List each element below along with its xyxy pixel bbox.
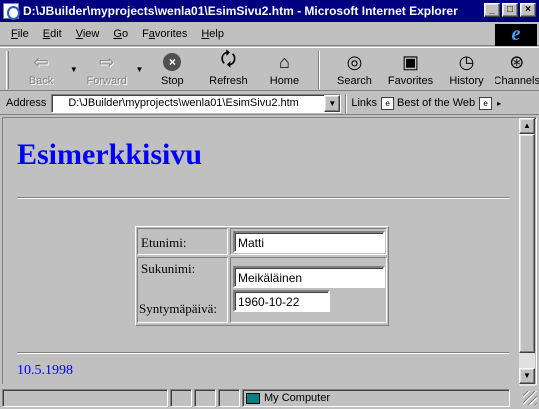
vertical-scrollbar[interactable]: ▲ ▼ <box>519 118 535 386</box>
last-name-birthdate-input-cell: Meikäläinen 1960-10-22 <box>230 257 387 323</box>
last-name-birthdate-label-cell: Sukunimi: Syntymäpäivä: <box>137 257 228 323</box>
standard-toolbar: ⇦ Back ▼ ⇨ Forward ▼ × Stop 🗘 Refresh ⌂ … <box>0 47 539 91</box>
stop-button[interactable]: × Stop <box>144 48 200 90</box>
scroll-thumb[interactable] <box>519 134 535 353</box>
back-dropdown-arrow[interactable]: ▼ <box>69 48 79 90</box>
ie-throbber-logo: e <box>495 24 537 46</box>
resize-grip[interactable] <box>523 391 537 405</box>
search-button[interactable]: ◎ Search <box>326 48 382 90</box>
refresh-button[interactable]: 🗘 Refresh <box>200 48 256 90</box>
menu-favorites[interactable]: Favorites <box>135 28 194 40</box>
web-page-icon: e <box>479 96 493 110</box>
menu-bar: File Edit View Go Favorites Help e <box>0 23 539 46</box>
channels-button[interactable]: ⊛ Channels <box>495 48 539 90</box>
forward-dropdown-arrow[interactable]: ▼ <box>135 48 145 90</box>
birthdate-field[interactable]: 1960-10-22 <box>233 290 330 312</box>
menu-go[interactable]: Go <box>106 28 135 40</box>
channels-satellite-icon: ⊛ <box>509 51 525 72</box>
status-text-pane <box>2 389 168 407</box>
toolbar-separator <box>318 51 321 89</box>
link-best-of-web[interactable]: e Best of the Web <box>381 96 475 110</box>
back-button[interactable]: ⇦ Back <box>13 48 69 90</box>
forward-arrow-icon: ⇨ <box>99 51 115 72</box>
back-arrow-icon: ⇦ <box>33 51 49 72</box>
menu-view[interactable]: View <box>69 28 107 40</box>
birthdate-label: Syntymäpäivä: <box>139 301 217 316</box>
stop-icon: × <box>163 53 182 71</box>
status-offline-pane <box>194 389 216 407</box>
my-computer-icon <box>246 392 260 404</box>
status-zone-pane: My Computer <box>242 389 510 407</box>
history-clock-icon: ◷ <box>458 51 475 72</box>
horizontal-rule-bottom <box>17 352 509 354</box>
toolbar-grip[interactable] <box>6 51 9 89</box>
scroll-up-button[interactable]: ▲ <box>519 118 535 134</box>
ie-window-icon[interactable] <box>3 3 20 20</box>
footer-date: 10.5.1998 <box>17 363 73 378</box>
title-bar[interactable]: D:\JBuilder\myprojects\wenla01\EsimSivu2… <box>0 0 539 22</box>
address-label: Address <box>6 97 47 109</box>
favorites-button[interactable]: ▣ Favorites <box>382 48 438 90</box>
first-name-label: Etunimi: <box>141 235 187 250</box>
last-name-field[interactable]: Meikäläinen <box>233 266 385 288</box>
close-button[interactable]: × <box>520 3 536 17</box>
first-name-label-cell: Etunimi: <box>137 228 228 255</box>
address-bar: Address D:\JBuilder\myprojects\wenla01\E… <box>0 92 539 115</box>
menu-file[interactable]: File <box>4 28 36 40</box>
page-content: Esimerkkisivu Etunimi: Matti Sukunimi: S… <box>3 118 519 386</box>
window-controls: _ □ × <box>484 3 536 17</box>
links-label[interactable]: Links <box>351 97 377 109</box>
person-form-table: Etunimi: Matti Sukunimi: Syntymäpäivä: M… <box>135 226 389 326</box>
maximize-button[interactable]: □ <box>502 3 518 17</box>
scroll-down-button[interactable]: ▼ <box>519 368 535 384</box>
menu-edit[interactable]: Edit <box>36 28 69 40</box>
browser-viewport: Esimerkkisivu Etunimi: Matti Sukunimi: S… <box>2 117 537 386</box>
home-button[interactable]: ⌂ Home <box>256 48 312 90</box>
link-more-icon[interactable]: e ▸ <box>479 96 502 110</box>
page-title: Esimerkkisivu <box>17 138 203 171</box>
address-input[interactable]: D:\JBuilder\myprojects\wenla01\EsimSivu2… <box>51 93 342 113</box>
favorites-folder-icon: ▣ <box>401 51 419 72</box>
minimize-button[interactable]: _ <box>484 3 500 17</box>
status-security-pane <box>218 389 240 407</box>
window-title: D:\JBuilder\myprojects\wenla01\EsimSivu2… <box>23 4 458 18</box>
horizontal-rule-top <box>17 197 509 199</box>
first-name-input-cell: Matti <box>230 228 387 255</box>
search-globe-icon: ◎ <box>346 51 363 72</box>
address-url[interactable]: D:\JBuilder\myprojects\wenla01\EsimSivu2… <box>52 97 298 109</box>
first-name-field[interactable]: Matti <box>233 231 385 253</box>
address-dropdown-button[interactable]: ▼ <box>324 94 341 112</box>
home-icon: ⌂ <box>278 51 290 72</box>
history-button[interactable]: ◷ History <box>439 48 495 90</box>
web-page-icon: e <box>381 96 395 110</box>
refresh-icon: 🗘 <box>220 49 237 69</box>
forward-button[interactable]: ⇨ Forward <box>79 48 135 90</box>
links-separator <box>345 93 348 113</box>
status-bar: My Computer <box>0 387 539 409</box>
status-zone-label: My Computer <box>264 392 331 404</box>
chevron-right-icon: ▸ <box>497 98 502 108</box>
menu-help[interactable]: Help <box>194 28 231 40</box>
status-progress-pane <box>170 389 192 407</box>
last-name-label: Sukunimi: <box>141 261 196 276</box>
